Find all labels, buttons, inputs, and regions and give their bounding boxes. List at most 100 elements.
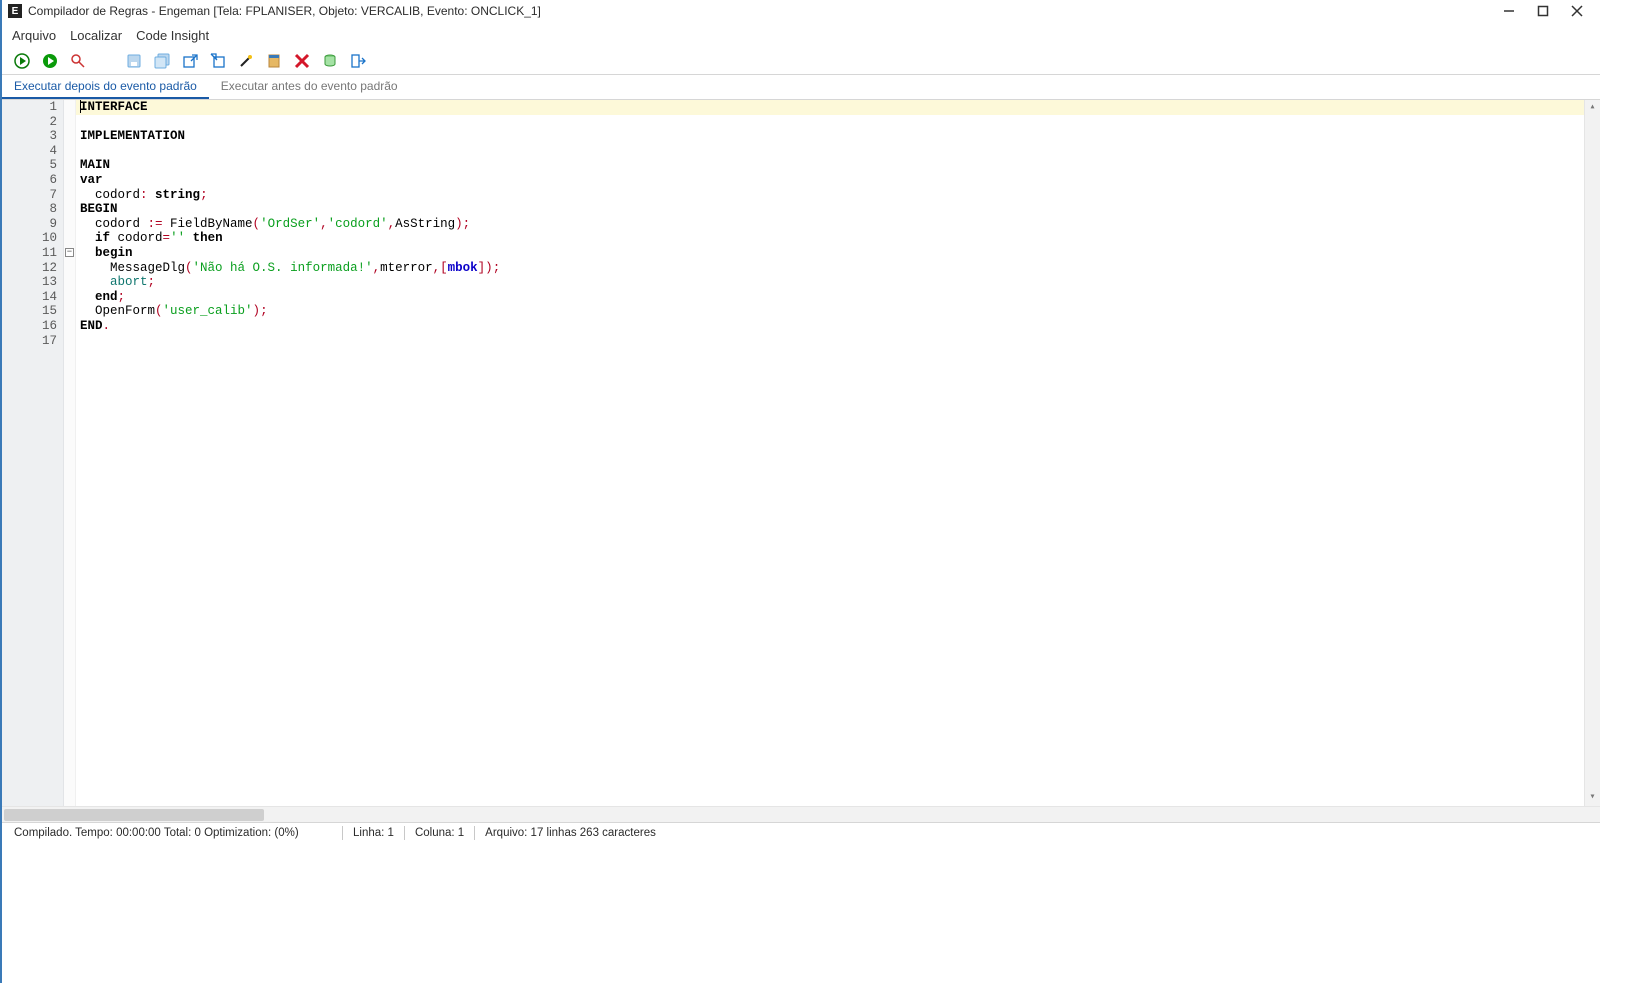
code-editor[interactable]: 1234567891011121314151617 − INTERFACEIMP… [2, 100, 1600, 806]
code-line[interactable]: OpenForm('user_calib'); [76, 304, 1584, 319]
token: string [155, 188, 200, 202]
token: ) [253, 304, 261, 318]
window-title: Compilador de Regras - Engeman [Tela: FP… [28, 4, 1492, 18]
token: codord [110, 231, 163, 245]
token: codord [80, 188, 140, 202]
magnifier-icon [70, 53, 86, 69]
titlebar: E Compilador de Regras - Engeman [Tela: … [2, 0, 1600, 22]
token: ( [155, 304, 163, 318]
run-alt-button[interactable] [40, 51, 60, 71]
horizontal-scrollbar[interactable] [2, 806, 1600, 822]
token: mbok [448, 261, 478, 275]
minimize-button[interactable] [1492, 0, 1526, 22]
token: BEGIN [80, 202, 118, 216]
token: MessageDlg [80, 261, 185, 275]
database-button[interactable] [320, 51, 340, 71]
floppy-multi-icon [154, 53, 170, 69]
token: abort [110, 275, 148, 289]
delete-button[interactable] [292, 51, 312, 71]
code-area[interactable]: INTERFACE IMPLEMENTATION MAINvar codord: s… [76, 100, 1584, 806]
format-button[interactable] [236, 51, 256, 71]
token: 'OrdSer' [260, 217, 320, 231]
token: AsString [395, 217, 455, 231]
maximize-icon [1537, 5, 1549, 17]
token: INTERFACE [80, 100, 148, 114]
close-button[interactable] [1560, 0, 1594, 22]
token [148, 188, 156, 202]
token: 'codord' [328, 217, 388, 231]
token: , [388, 217, 396, 231]
line-number: 15 [2, 304, 57, 319]
code-line[interactable] [76, 334, 1584, 349]
token: [ [440, 261, 448, 275]
code-line[interactable]: END. [76, 319, 1584, 334]
status-compiled: Compilado. Tempo: 00:00:00 Total: 0 Opti… [8, 827, 338, 839]
code-line[interactable]: MessageDlg('Não há O.S. informada!',mter… [76, 261, 1584, 276]
token: ; [260, 304, 268, 318]
token: , [320, 217, 328, 231]
line-number: 17 [2, 334, 57, 349]
line-number: 10 [2, 231, 57, 246]
code-line[interactable] [76, 144, 1584, 159]
code-line[interactable]: end; [76, 290, 1584, 305]
token: FieldByName [163, 217, 253, 231]
token: ; [463, 217, 471, 231]
tab-before-default[interactable]: Executar antes do evento padrão [209, 75, 410, 99]
status-linha: Linha: 1 [347, 827, 400, 839]
fold-toggle-icon[interactable]: − [65, 248, 74, 257]
bookmark-button[interactable] [264, 51, 284, 71]
run-button[interactable] [12, 51, 32, 71]
x-icon [294, 53, 310, 69]
play-solid-icon [42, 53, 58, 69]
token [80, 231, 95, 245]
line-number-gutter: 1234567891011121314151617 [2, 100, 64, 806]
menu-localizar[interactable]: Localizar [70, 28, 122, 43]
code-line[interactable]: var [76, 173, 1584, 188]
inspect-button[interactable] [68, 51, 88, 71]
status-sep [404, 826, 405, 840]
fold-column[interactable]: − [64, 100, 76, 806]
play-circle-icon [14, 53, 30, 69]
wand-icon [238, 53, 254, 69]
export-button[interactable] [180, 51, 200, 71]
code-line[interactable]: IMPLEMENTATION [76, 129, 1584, 144]
code-line[interactable]: INTERFACE [76, 100, 1584, 115]
line-number: 1 [2, 100, 57, 115]
import-button[interactable] [208, 51, 228, 71]
token: IMPLEMENTATION [80, 129, 185, 143]
token: codord [80, 217, 148, 231]
tab-after-default[interactable]: Executar depois do evento padrão [2, 75, 209, 99]
code-line[interactable]: if codord='' then [76, 231, 1584, 246]
token: ) [455, 217, 463, 231]
line-number: 4 [2, 144, 57, 159]
save-all-button[interactable] [152, 51, 172, 71]
token: if [95, 231, 110, 245]
code-line[interactable]: MAIN [76, 158, 1584, 173]
line-number: 16 [2, 319, 57, 334]
hscroll-thumb[interactable] [4, 809, 264, 821]
status-sep [342, 826, 343, 840]
scroll-up-icon[interactable]: ▴ [1585, 100, 1600, 116]
save-button[interactable] [124, 51, 144, 71]
code-line[interactable]: BEGIN [76, 202, 1584, 217]
vertical-scrollbar[interactable]: ▴ ▾ [1584, 100, 1600, 806]
line-number: 3 [2, 129, 57, 144]
code-line[interactable]: codord: string; [76, 188, 1584, 203]
database-icon [322, 53, 338, 69]
token [185, 231, 193, 245]
app-logo: E [8, 4, 22, 18]
token: ) [485, 261, 493, 275]
menu-code-insight[interactable]: Code Insight [136, 28, 209, 43]
token: ; [118, 290, 126, 304]
code-line[interactable]: codord := FieldByName('OrdSer','codord',… [76, 217, 1584, 232]
maximize-button[interactable] [1526, 0, 1560, 22]
scroll-down-icon[interactable]: ▾ [1585, 790, 1600, 806]
status-sep [474, 826, 475, 840]
exit-button[interactable] [348, 51, 368, 71]
menu-arquivo[interactable]: Arquivo [12, 28, 56, 43]
code-line[interactable] [76, 115, 1584, 130]
code-line[interactable]: begin [76, 246, 1584, 261]
line-number: 2 [2, 115, 57, 130]
exit-icon [350, 53, 366, 69]
code-line[interactable]: abort; [76, 275, 1584, 290]
